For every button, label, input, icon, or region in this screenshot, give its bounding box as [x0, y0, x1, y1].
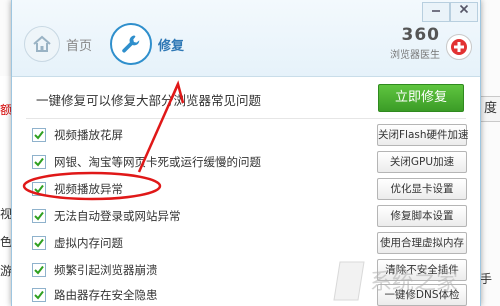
brand-subtitle: 浏览器医生	[390, 50, 440, 61]
intro-text: 一键修复可以修复大部分浏览器常见问题	[36, 93, 262, 108]
browser-doctor-dialog: 首页 修复 360 浏览器医生 一键修复可以修复大部分浏览器常见问题 立即修复 …	[11, 0, 481, 306]
home-icon	[24, 26, 60, 62]
checkmark-icon	[34, 211, 44, 221]
item-checkbox[interactable]	[32, 209, 46, 223]
item-action-button[interactable]: 清除不安全插件	[377, 259, 467, 281]
list-item: 视频播放异常 优化显卡设置	[32, 178, 472, 200]
item-label: 频繁引起浏览器崩溃	[54, 263, 158, 277]
background-tab[interactable]: 度	[479, 96, 500, 122]
list-item: 路由器存在安全隐患 一键修DNS体检	[32, 284, 472, 306]
brand: 360 浏览器医生	[390, 25, 440, 61]
item-label: 视频播放花屏	[54, 128, 123, 142]
item-checkbox[interactable]	[32, 263, 46, 277]
wrench-icon	[110, 23, 152, 65]
nav-repair[interactable]: 修复	[110, 23, 185, 65]
list-item: 频繁引起浏览器崩溃 清除不安全插件	[32, 259, 472, 281]
background-char: 手	[480, 272, 493, 286]
item-label: 视频播放异常	[54, 182, 123, 196]
minimize-button[interactable]	[422, 2, 450, 22]
repair-now-button[interactable]: 立即修复	[378, 84, 464, 112]
nav-repair-label: 修复	[158, 38, 185, 54]
dialog-header: 首页 修复 360 浏览器医生	[12, 0, 480, 77]
close-icon	[459, 4, 469, 14]
divider	[26, 118, 466, 119]
checkmark-icon	[34, 290, 44, 300]
brand-number: 360	[401, 25, 440, 45]
checkmark-icon	[34, 130, 44, 140]
item-action-button[interactable]: 关闭Flash硬件加速	[377, 124, 469, 146]
list-item: 虚拟内存问题 使用合理虚拟内存	[32, 232, 472, 254]
checkmark-icon	[34, 184, 44, 194]
checkmark-icon	[34, 157, 44, 167]
item-checkbox[interactable]	[32, 182, 46, 196]
list-item: 网银、淘宝等网页卡死或运行缓慢的问题 关闭GPU加速	[32, 151, 472, 173]
list-item: 无法自动登录或网站异常 修复脚本设置	[32, 205, 472, 227]
nav-home-label: 首页	[66, 38, 93, 54]
item-checkbox[interactable]	[32, 128, 46, 142]
item-action-button[interactable]: 关闭GPU加速	[377, 151, 467, 173]
item-checkbox[interactable]	[32, 288, 46, 302]
checkmark-icon	[34, 265, 44, 275]
minimize-icon	[432, 10, 440, 12]
item-checkbox[interactable]	[32, 236, 46, 250]
list-item: 视频播放花屏 关闭Flash硬件加速	[32, 124, 472, 146]
item-action-button[interactable]: 修复脚本设置	[377, 205, 467, 227]
item-action-button[interactable]: 一键修DNS体检	[377, 284, 467, 306]
item-label: 虚拟内存问题	[54, 236, 123, 250]
nav-home[interactable]: 首页	[24, 26, 92, 62]
item-action-button[interactable]: 优化显卡设置	[377, 178, 467, 200]
item-checkbox[interactable]	[32, 155, 46, 169]
item-label: 无法自动登录或网站异常	[54, 209, 181, 223]
item-label: 网银、淘宝等网页卡死或运行缓慢的问题	[54, 155, 261, 169]
checkmark-icon	[34, 238, 44, 248]
medical-cross-icon	[446, 34, 472, 60]
close-button[interactable]	[450, 2, 478, 22]
item-action-button[interactable]: 使用合理虚拟内存	[377, 232, 467, 254]
item-label: 路由器存在安全隐患	[54, 288, 158, 302]
